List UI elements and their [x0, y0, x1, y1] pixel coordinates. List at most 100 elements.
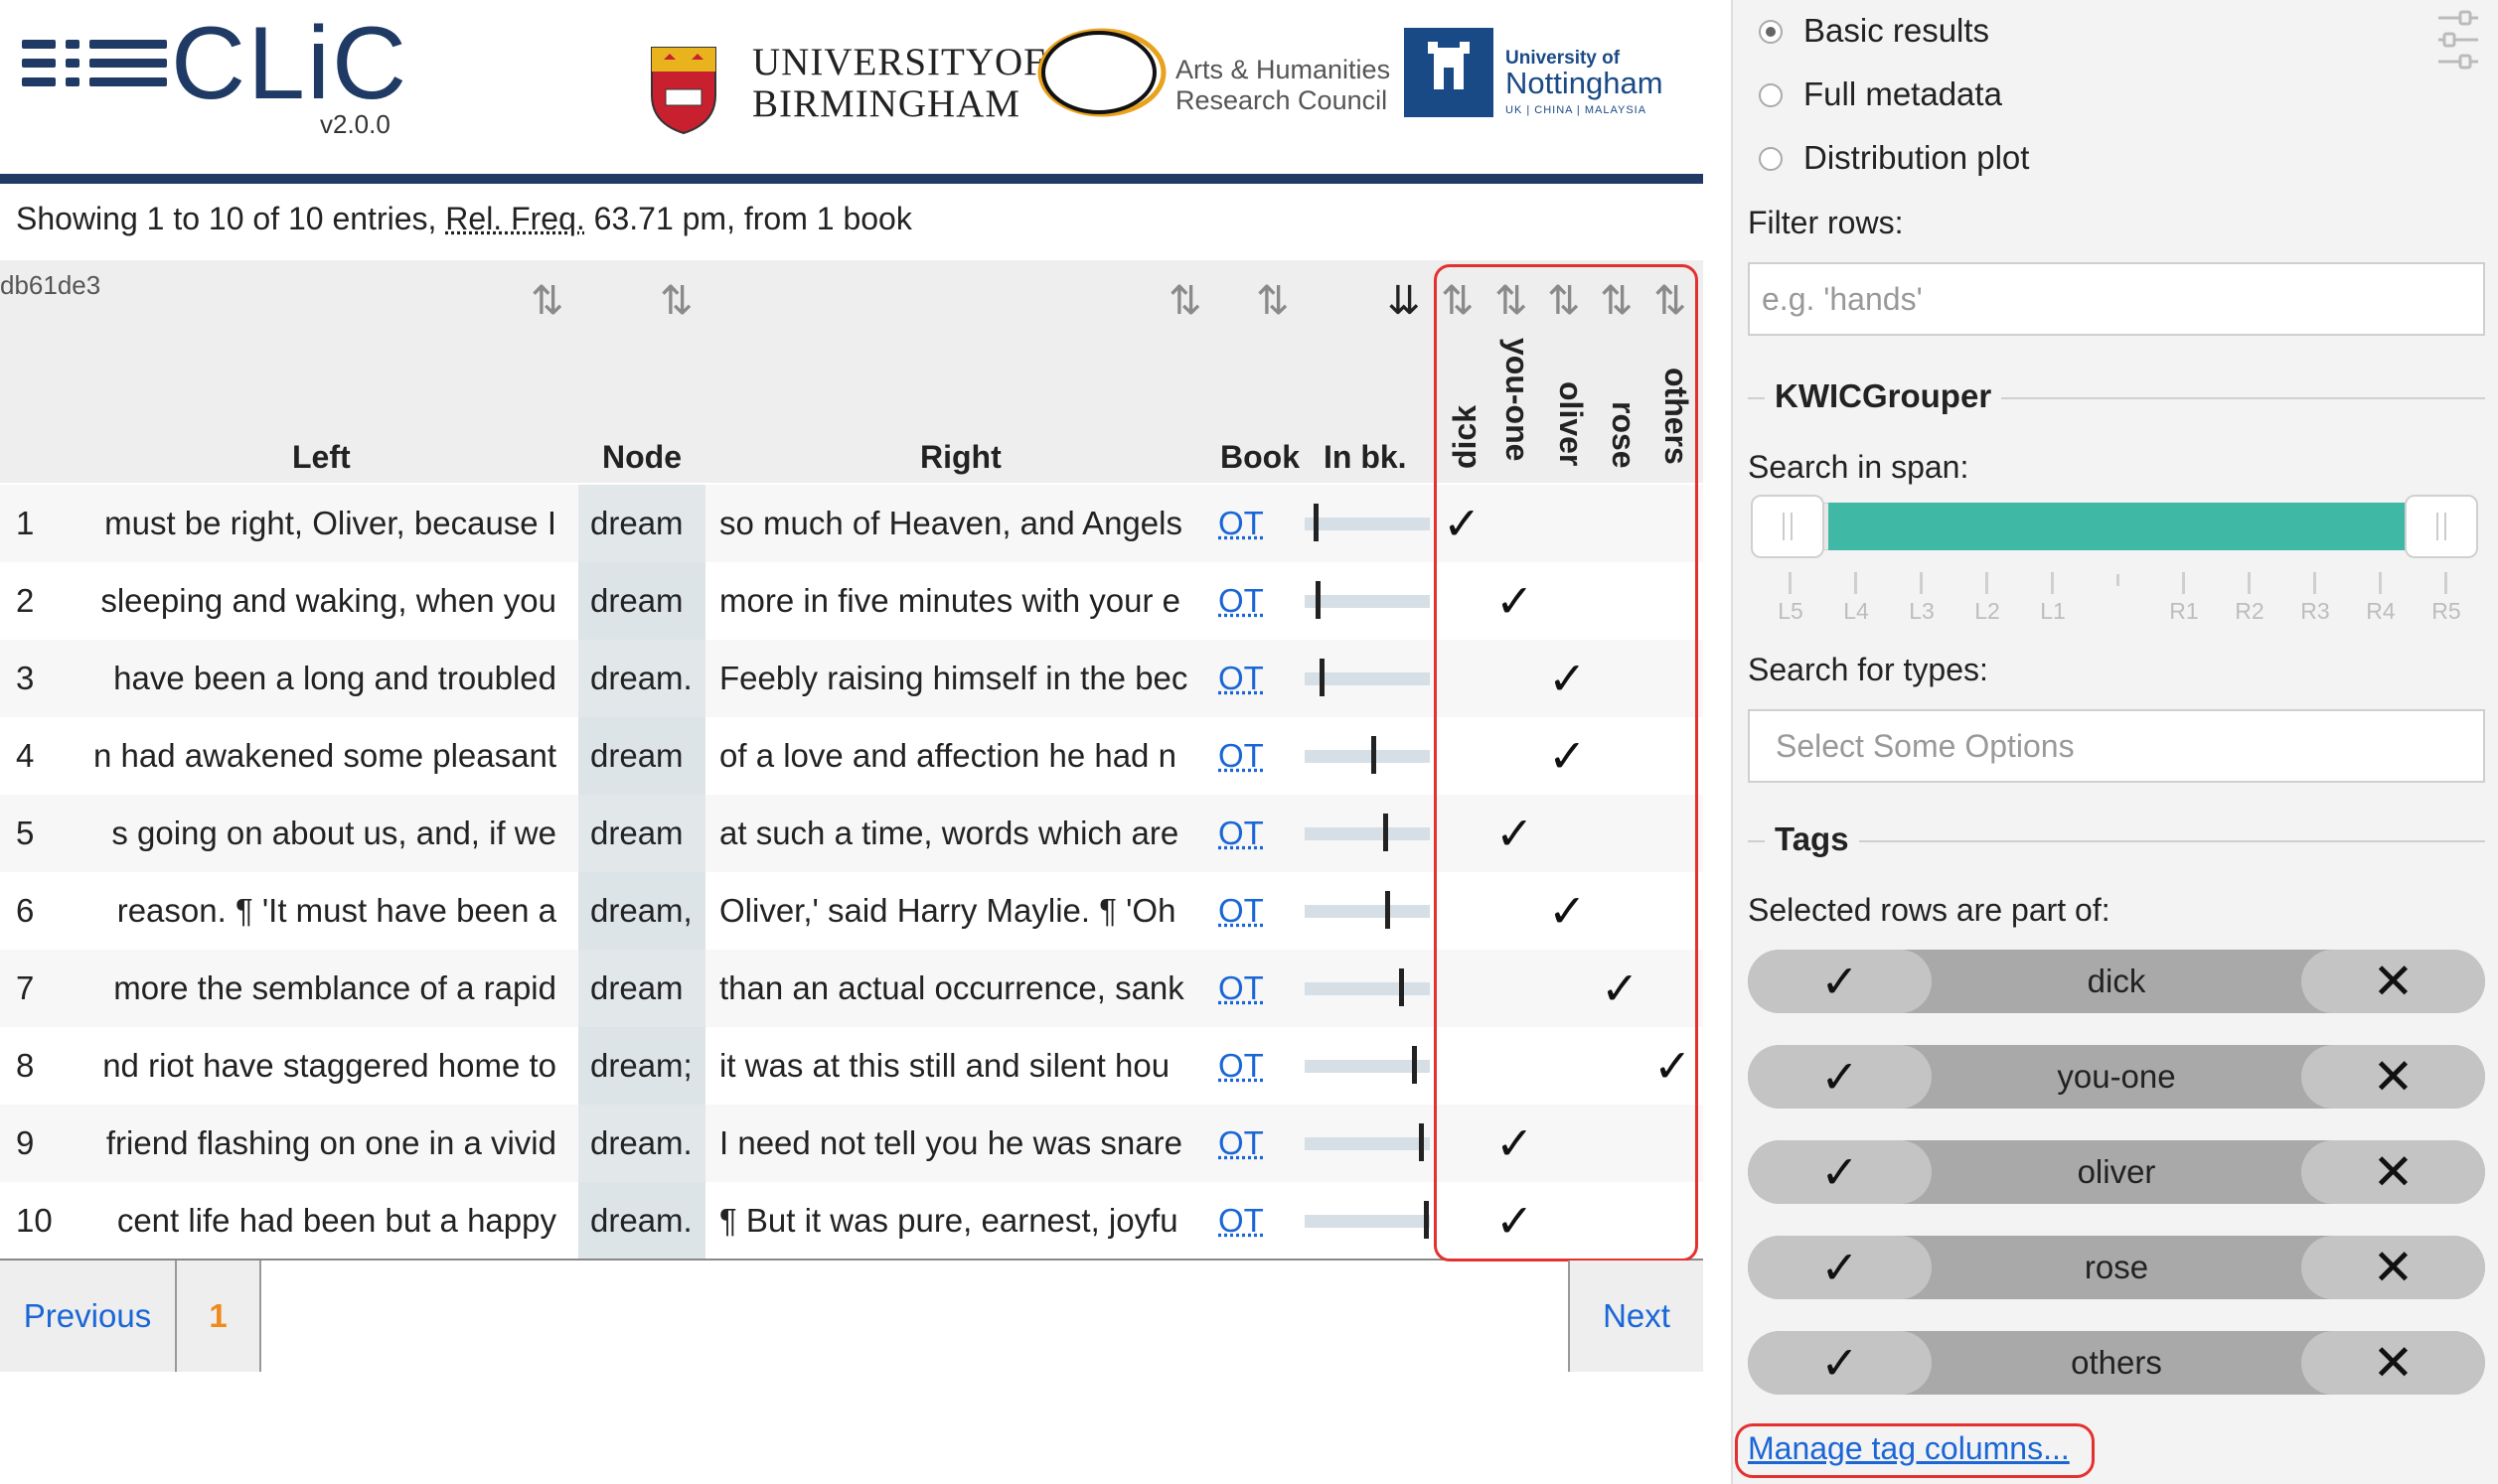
column-right[interactable]: Right	[920, 439, 1002, 476]
concordance-left: s going on about us, and, if we	[111, 815, 556, 851]
uon-crest-icon	[1404, 28, 1493, 117]
span-tick-label: R2	[2235, 598, 2264, 624]
in-book-position-bar	[1305, 827, 1430, 840]
radio-distribution-plot-label[interactable]: Distribution plot	[1803, 139, 2029, 177]
concordance-right: so much of Heaven, and Angels	[719, 505, 1182, 541]
sort-right-icon[interactable]: ⇅	[1169, 278, 1201, 324]
column-in-book[interactable]: In bk.	[1324, 439, 1407, 476]
page-1-button[interactable]: 1	[177, 1261, 261, 1372]
concordance-node: dream.	[578, 640, 705, 717]
radio-distribution-plot[interactable]	[1759, 147, 1783, 171]
concordance-left: nd riot have staggered home to	[102, 1047, 556, 1084]
manage-tag-columns-link[interactable]: Manage tag columns...	[1748, 1430, 2070, 1467]
book-link[interactable]: OT	[1218, 562, 1264, 640]
row-number: 3	[16, 660, 35, 696]
span-tick-label: L1	[2040, 598, 2066, 624]
span-tick	[1854, 572, 1857, 594]
panel-settings-icon[interactable]	[2434, 8, 2482, 72]
book-link[interactable]: OT	[1218, 640, 1264, 717]
book-link[interactable]: OT	[1218, 795, 1264, 872]
header-divider	[0, 174, 1703, 184]
tag-pill: ✓ others ✕	[1748, 1331, 2485, 1395]
tags-subtitle: Selected rows are part of:	[1748, 892, 2110, 928]
concordance-right: Oliver,' said Harry Maylie. ¶ 'Oh	[719, 892, 1176, 929]
in-book-position-marker	[1316, 581, 1321, 619]
tag-apply-check-icon[interactable]: ✓	[1748, 1236, 1932, 1299]
tag-apply-check-icon[interactable]: ✓	[1748, 1331, 1932, 1395]
concordance-right: Feebly raising himself in the bec	[719, 660, 1188, 696]
span-tick-label: L3	[1909, 598, 1935, 624]
span-tick-label: R3	[2300, 598, 2330, 624]
book-link[interactable]: OT	[1218, 1027, 1264, 1105]
book-link[interactable]: OT	[1218, 1182, 1264, 1260]
tag-apply-check-icon[interactable]: ✓	[1748, 950, 1932, 1013]
radio-full-metadata-label[interactable]: Full metadata	[1803, 75, 2002, 113]
column-node[interactable]: Node	[602, 439, 682, 476]
concordance-node: dream	[578, 562, 705, 640]
tag-apply-check-icon[interactable]: ✓	[1748, 1140, 1932, 1204]
tag-remove-icon[interactable]: ✕	[2301, 1236, 2485, 1299]
column-book[interactable]: Book	[1220, 439, 1300, 476]
ahrc-name: Arts & Humanities Research Council	[1175, 55, 1391, 115]
book-link[interactable]: OT	[1218, 950, 1264, 1027]
tag-apply-check-icon[interactable]: ✓	[1748, 1045, 1932, 1109]
concordance-left: more the semblance of a rapid	[113, 969, 556, 1006]
book-link[interactable]: OT	[1218, 1105, 1264, 1182]
filter-rows-input[interactable]: e.g. 'hands'	[1748, 262, 2485, 336]
concordance-left: cent life had been but a happy	[116, 1202, 556, 1239]
concordance-node: dream,	[578, 872, 705, 950]
tag-columns-highlight	[1434, 264, 1698, 1261]
tag-label: rose	[2084, 1249, 2149, 1285]
tag-remove-icon[interactable]: ✕	[2301, 1045, 2485, 1109]
row-number: 6	[16, 892, 35, 929]
tag-remove-icon[interactable]: ✕	[2301, 950, 2485, 1013]
concordance-left: have been a long and troubled	[113, 660, 556, 696]
sort-in-book-icon[interactable]: ⇊	[1387, 278, 1420, 324]
row-number: 1	[16, 505, 35, 541]
sort-book-icon[interactable]: ⇅	[1256, 278, 1289, 324]
in-book-position-marker	[1371, 736, 1376, 774]
row-number: 10	[16, 1202, 53, 1239]
in-book-position-marker	[1412, 1046, 1417, 1084]
row-number: 7	[16, 969, 35, 1006]
in-book-position-marker	[1314, 504, 1319, 541]
next-page-button[interactable]: Next	[1568, 1261, 1703, 1372]
tag-remove-icon[interactable]: ✕	[2301, 1331, 2485, 1395]
search-span-label: Search in span:	[1748, 449, 1969, 485]
concordance-left: n had awakened some pleasant	[93, 737, 556, 774]
concordance-right: than an actual occurrence, sank	[719, 969, 1184, 1006]
concordance-right: it was at this still and silent hou	[719, 1047, 1171, 1084]
tag-remove-icon[interactable]: ✕	[2301, 1140, 2485, 1204]
concordance-node: dream	[578, 950, 705, 1027]
concordance-left: reason. ¶ 'It must have been a	[116, 892, 556, 929]
previous-page-button[interactable]: Previous	[0, 1261, 177, 1372]
span-slider-right-handle[interactable]	[2405, 495, 2478, 558]
row-number: 8	[16, 1047, 35, 1084]
concordance-right: of a love and affection he had n	[719, 737, 1176, 774]
concordance-right: ¶ But it was pure, earnest, joyfu	[719, 1202, 1178, 1239]
radio-basic-results[interactable]	[1759, 20, 1783, 44]
concordance-left: sleeping and waking, when you	[100, 582, 556, 619]
sort-node-icon[interactable]: ⇅	[660, 278, 693, 324]
span-slider-range	[1828, 503, 2407, 550]
search-types-select[interactable]: Select Some Options	[1748, 709, 2485, 783]
column-left[interactable]: Left	[292, 439, 351, 476]
sort-left-icon[interactable]: ⇅	[531, 278, 563, 324]
app-logo-text[interactable]: CLiC	[171, 12, 408, 115]
book-link[interactable]: OT	[1218, 485, 1264, 562]
span-tick	[2379, 572, 2382, 594]
radio-basic-results-label[interactable]: Basic results	[1803, 12, 1989, 50]
uob-name: UNIVERSITYOF BIRMINGHAM	[752, 41, 1046, 125]
row-number: 4	[16, 737, 35, 774]
radio-full-metadata[interactable]	[1759, 83, 1783, 107]
span-tick-label: R5	[2431, 598, 2461, 624]
tag-pill: ✓ rose ✕	[1748, 1236, 2485, 1299]
tag-label: dick	[2087, 963, 2146, 999]
row-number: 2	[16, 582, 35, 619]
book-link[interactable]: OT	[1218, 717, 1264, 795]
in-book-position-bar	[1305, 750, 1430, 763]
concordance-node: dream.	[578, 1182, 705, 1260]
pagination: Previous 1 Next	[0, 1261, 1703, 1372]
book-link[interactable]: OT	[1218, 872, 1264, 950]
span-slider-left-handle[interactable]	[1751, 495, 1824, 558]
